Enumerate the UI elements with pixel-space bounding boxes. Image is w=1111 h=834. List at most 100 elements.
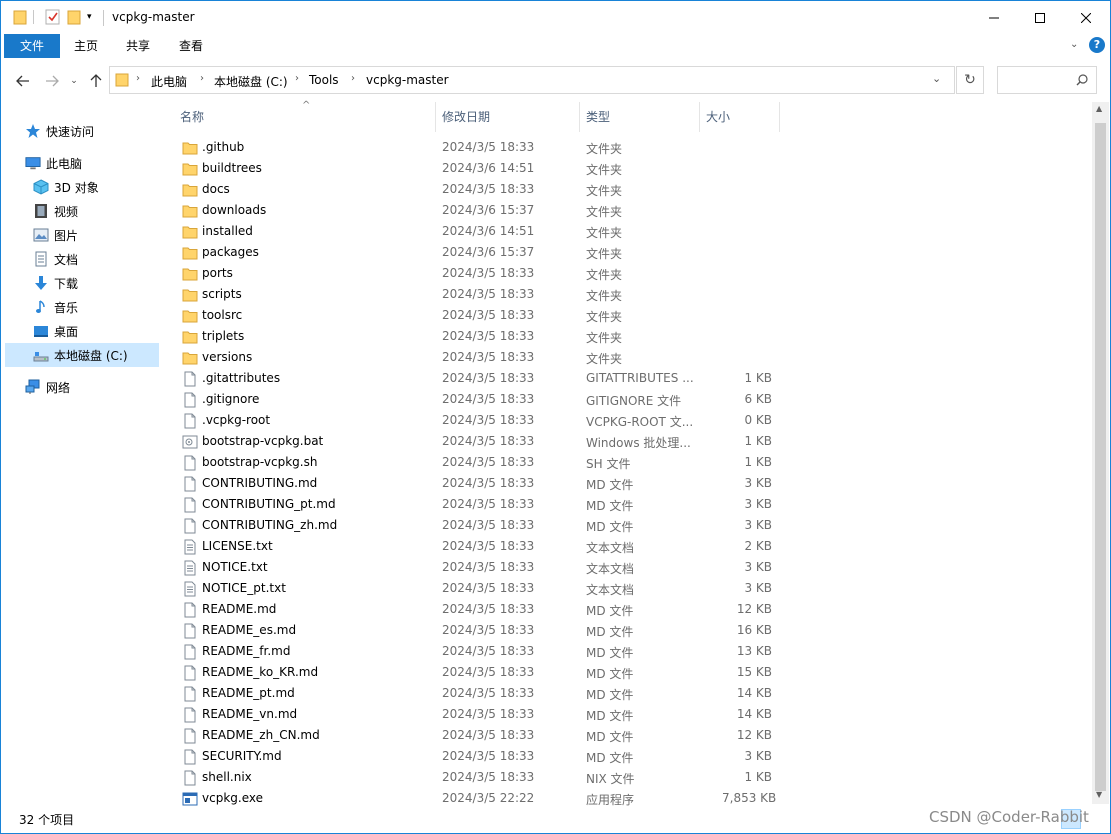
drive-icon: [33, 347, 49, 363]
file-row[interactable]: README_ko_KR.md 2024/3/5 18:33 MD 文件 15 KB: [162, 662, 1091, 683]
file-name: README_fr.md: [202, 644, 291, 658]
file-size: 3 KB: [744, 518, 772, 532]
file-type: MD 文件: [586, 688, 634, 702]
scroll-up-icon[interactable]: ▲: [1096, 104, 1102, 113]
nav-label: 此电脑: [46, 156, 83, 171]
file-row[interactable]: README_pt.md 2024/3/5 18:33 MD 文件 14 KB: [162, 683, 1091, 704]
file-row[interactable]: .github 2024/3/5 18:33 文件夹: [162, 137, 1091, 158]
refresh-button[interactable]: ↻: [956, 66, 984, 94]
tab-share[interactable]: 共享: [113, 34, 163, 58]
file-row[interactable]: triplets 2024/3/5 18:33 文件夹: [162, 326, 1091, 347]
star-icon: [25, 123, 41, 139]
file-date: 2024/3/5 18:33: [442, 434, 535, 448]
file-row[interactable]: NOTICE.txt 2024/3/5 18:33 文本文档 3 KB: [162, 557, 1091, 578]
breadcrumb-local-disk[interactable]: 本地磁盘 (C:): [214, 73, 288, 90]
file-list: ^ 名称 修改日期 类型 大小 .github 2024/3/5 18:33 文件夹…: [162, 100, 1091, 807]
forward-button[interactable]: [43, 72, 61, 90]
file-row[interactable]: README_fr.md 2024/3/5 18:33 MD 文件 13 KB: [162, 641, 1091, 662]
chevron-right-icon[interactable]: ›: [295, 73, 299, 84]
chevron-right-icon[interactable]: ›: [200, 73, 204, 84]
address-dropdown-icon[interactable]: ⌄: [932, 72, 941, 85]
breadcrumb-this-pc[interactable]: 此电脑: [151, 73, 187, 90]
column-header-size[interactable]: 大小: [700, 102, 779, 132]
nav-label: 桌面: [54, 324, 79, 339]
breadcrumb-tools[interactable]: Tools: [309, 73, 339, 87]
nav-local-disk[interactable]: 本地磁盘 (C:): [5, 343, 159, 367]
file-row[interactable]: .vcpkg-root 2024/3/5 18:33 VCPKG-ROOT 文...…: [162, 410, 1091, 431]
file-row[interactable]: SECURITY.md 2024/3/5 18:33 MD 文件 3 KB: [162, 746, 1091, 767]
file-date: 2024/3/5 22:22: [442, 791, 535, 805]
file-row[interactable]: CONTRIBUTING_pt.md 2024/3/5 18:33 MD 文件 3 K…: [162, 494, 1091, 515]
breadcrumb-vcpkg-master[interactable]: vcpkg-master: [366, 73, 449, 87]
file-size: 12 KB: [736, 602, 772, 616]
search-input[interactable]: [997, 66, 1097, 94]
download-arrow-icon: [33, 275, 49, 291]
file-date: 2024/3/5 18:33: [442, 581, 535, 595]
file-row[interactable]: README_vn.md 2024/3/5 18:33 MD 文件 14 KB: [162, 704, 1091, 725]
file-row[interactable]: NOTICE_pt.txt 2024/3/5 18:33 文本文档 3 KB: [162, 578, 1091, 599]
file-row[interactable]: CONTRIBUTING.md 2024/3/5 18:33 MD 文件 3 KB: [162, 473, 1091, 494]
recent-locations-button[interactable]: ⌄: [65, 72, 83, 90]
chevron-right-icon[interactable]: ›: [351, 73, 355, 84]
scroll-down-icon[interactable]: ▼: [1096, 790, 1102, 799]
file-row[interactable]: README.md 2024/3/5 18:33 MD 文件 12 KB: [162, 599, 1091, 620]
file-row[interactable]: .gitattributes 2024/3/5 18:33 GITATTRIBUTE…: [162, 368, 1091, 389]
search-icon: [1076, 74, 1088, 86]
file-row[interactable]: toolsrc 2024/3/5 18:33 文件夹: [162, 305, 1091, 326]
nav-quick-access[interactable]: 快速访问: [25, 119, 179, 143]
address-bar[interactable]: › 此电脑 › 本地磁盘 (C:) › Tools › vcpkg-master…: [109, 66, 955, 94]
new-folder-icon[interactable]: [67, 8, 81, 28]
file-type: MD 文件: [586, 730, 634, 744]
file-size: 6 KB: [744, 392, 772, 406]
file-row[interactable]: README_zh_CN.md 2024/3/5 18:33 MD 文件 12 KB: [162, 725, 1091, 746]
file-row[interactable]: downloads 2024/3/6 15:37 文件夹: [162, 200, 1091, 221]
forward-arrow-icon: [46, 75, 59, 87]
file-row[interactable]: buildtrees 2024/3/6 14:51 文件夹: [162, 158, 1091, 179]
file-icon: [182, 392, 198, 408]
file-name: README.md: [202, 602, 277, 616]
file-date: 2024/3/5 18:33: [442, 371, 535, 385]
column-header-name[interactable]: 名称: [174, 102, 435, 132]
column-divider[interactable]: [779, 102, 780, 132]
expand-ribbon-icon[interactable]: ⌄: [1070, 39, 1078, 50]
file-row[interactable]: bootstrap-vcpkg.bat 2024/3/5 18:33 Windows…: [162, 431, 1091, 452]
file-name: triplets: [202, 329, 245, 343]
file-row[interactable]: .gitignore 2024/3/5 18:33 GITIGNORE 文件 6 KB: [162, 389, 1091, 410]
tab-view[interactable]: 查看: [166, 34, 216, 58]
file-icon: [182, 644, 198, 660]
maximize-button[interactable]: [1017, 1, 1063, 34]
customize-qa-icon[interactable]: ▾: [87, 12, 92, 32]
file-row[interactable]: bootstrap-vcpkg.sh 2024/3/5 18:33 SH 文件 1 K…: [162, 452, 1091, 473]
tab-file[interactable]: 文件: [4, 34, 60, 58]
file-type: MD 文件: [586, 625, 634, 639]
help-icon[interactable]: ?: [1089, 37, 1105, 53]
column-header-type[interactable]: 类型: [580, 102, 699, 132]
file-row[interactable]: ports 2024/3/5 18:33 文件夹: [162, 263, 1091, 284]
nav-network[interactable]: 网络: [25, 375, 179, 399]
nav-this-pc[interactable]: 此电脑: [25, 151, 179, 175]
file-row[interactable]: shell.nix 2024/3/5 18:33 NIX 文件 1 KB: [162, 767, 1091, 788]
minimize-button[interactable]: [971, 1, 1017, 34]
file-row[interactable]: versions 2024/3/5 18:33 文件夹: [162, 347, 1091, 368]
ribbon-tabs: 文件 主页 共享 查看 ⌄ ?: [1, 34, 1110, 58]
back-button[interactable]: [14, 72, 32, 90]
file-row[interactable]: scripts 2024/3/5 18:33 文件夹: [162, 284, 1091, 305]
properties-icon[interactable]: [45, 8, 61, 28]
chevron-right-icon[interactable]: ›: [136, 73, 140, 84]
file-row[interactable]: CONTRIBUTING_zh.md 2024/3/5 18:33 MD 文件 3 K…: [162, 515, 1091, 536]
back-arrow-icon: [16, 75, 29, 87]
close-button[interactable]: [1063, 1, 1109, 34]
scrollbar-thumb[interactable]: [1095, 123, 1106, 791]
file-name: buildtrees: [202, 161, 262, 175]
file-date: 2024/3/5 18:33: [442, 455, 535, 469]
file-row[interactable]: docs 2024/3/5 18:33 文件夹: [162, 179, 1091, 200]
file-icon: [182, 371, 198, 387]
file-row[interactable]: installed 2024/3/6 14:51 文件夹: [162, 221, 1091, 242]
tab-home[interactable]: 主页: [61, 34, 111, 58]
file-row[interactable]: packages 2024/3/6 15:37 文件夹: [162, 242, 1091, 263]
up-button[interactable]: [87, 72, 105, 90]
file-row[interactable]: LICENSE.txt 2024/3/5 18:33 文本文档 2 KB: [162, 536, 1091, 557]
file-icon: [182, 455, 198, 471]
file-row[interactable]: README_es.md 2024/3/5 18:33 MD 文件 16 KB: [162, 620, 1091, 641]
column-header-date[interactable]: 修改日期: [436, 102, 579, 132]
